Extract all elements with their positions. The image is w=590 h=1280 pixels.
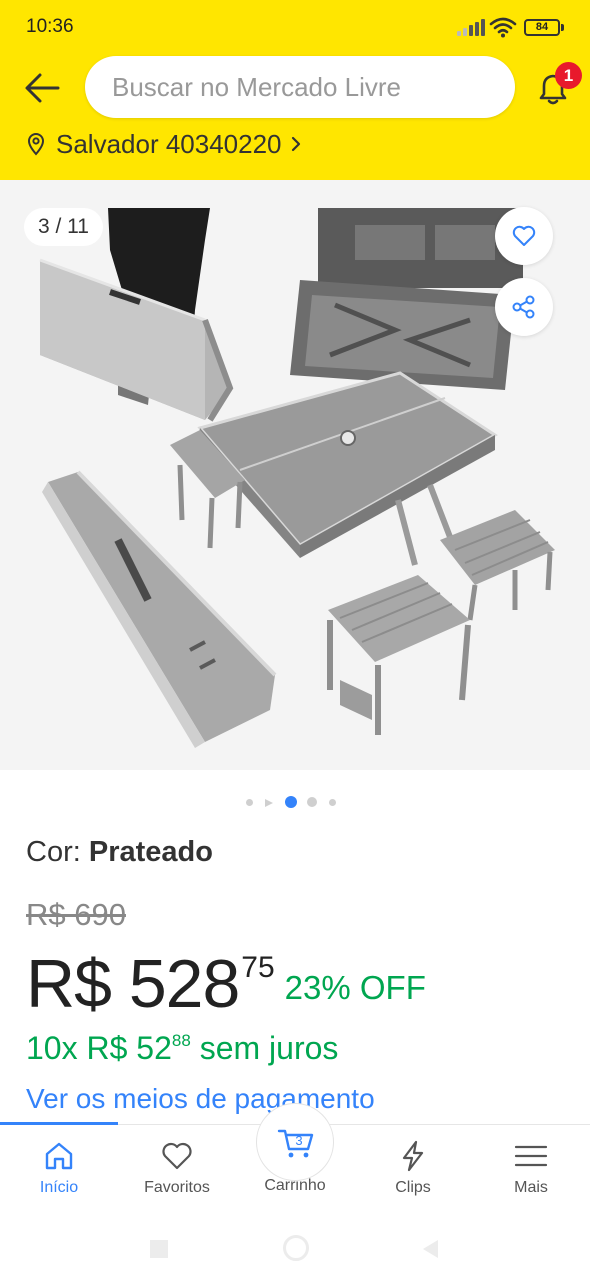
notification-badge: 1 (555, 62, 582, 89)
nav-label: Clips (395, 1179, 431, 1196)
back-triangle-icon[interactable] (420, 1238, 440, 1260)
menu-icon (514, 1145, 548, 1167)
status-bar: 10:36 84 (0, 0, 590, 55)
back-arrow-icon[interactable] (20, 66, 64, 110)
color-variation[interactable]: Cor: Prateado (26, 836, 213, 869)
wifi-icon (489, 17, 517, 38)
home-circle-icon[interactable] (283, 1235, 309, 1261)
cart-count: 3 (295, 1133, 302, 1148)
pagination-arrow-icon (265, 799, 273, 807)
app-header: 10:36 84 1 Salvador 40340220 (0, 0, 590, 180)
nav-item-mais[interactable]: Mais (472, 1125, 590, 1221)
payment-methods-link[interactable]: Ver os meios de pagamento (26, 1083, 375, 1115)
chevron-right-icon (291, 136, 300, 152)
original-price: R$ 690 (26, 897, 126, 932)
current-price-cents: 75 (241, 951, 275, 984)
home-icon (45, 1142, 73, 1170)
cart-button[interactable]: 3 (256, 1103, 334, 1181)
gallery-pagination (0, 794, 590, 810)
heart-icon (162, 1142, 192, 1170)
battery-icon: 84 (524, 19, 564, 36)
pin-icon (27, 133, 45, 156)
color-label: Cor: (26, 836, 81, 868)
share-icon (512, 295, 535, 319)
color-value: Prateado (88, 836, 213, 868)
search-input[interactable] (112, 56, 502, 118)
installments-info: 10x R$ 5288 sem juros (26, 1030, 338, 1067)
status-time: 10:36 (26, 16, 74, 37)
installments-main: 10x R$ 52 (26, 1030, 172, 1066)
share-button[interactable] (495, 278, 553, 336)
lightning-icon (402, 1140, 424, 1172)
pagination-dot (329, 799, 336, 806)
nav-item-favoritos[interactable]: Favoritos (118, 1125, 236, 1221)
nav-label: Mais (514, 1179, 548, 1196)
nav-label: Início (39, 1179, 79, 1196)
system-navigation-bar (0, 1220, 590, 1280)
heart-icon (512, 225, 536, 246)
nav-item-clips[interactable]: Clips (354, 1125, 472, 1221)
nav-label: Favoritos (144, 1179, 210, 1196)
product-gallery[interactable]: 3 / 11 (0, 180, 590, 770)
product-photo[interactable] (0, 180, 590, 770)
pagination-dot (307, 797, 317, 807)
location-selector[interactable]: Salvador 40340220 (26, 126, 302, 162)
image-counter: 3 / 11 (24, 208, 103, 246)
recents-icon[interactable] (150, 1240, 168, 1258)
signal-icon (457, 18, 485, 36)
search-bar[interactable] (85, 56, 515, 118)
active-tab-indicator (0, 1122, 118, 1125)
pagination-dot (246, 799, 253, 806)
discount-label: 23% OFF (284, 969, 426, 1006)
installments-cents: 88 (171, 1031, 191, 1050)
favorite-button[interactable] (495, 207, 553, 265)
current-price: R$ 528 (26, 946, 240, 1022)
pagination-dot-active (285, 796, 297, 808)
installments-suffix: sem juros (199, 1030, 339, 1066)
price-row: R$ 52875 23% OFF (26, 945, 426, 1025)
cart-icon: 3 (277, 1129, 314, 1158)
location-text: Salvador 40340220 (56, 128, 282, 159)
nav-item-inicio[interactable]: Início (0, 1125, 118, 1221)
